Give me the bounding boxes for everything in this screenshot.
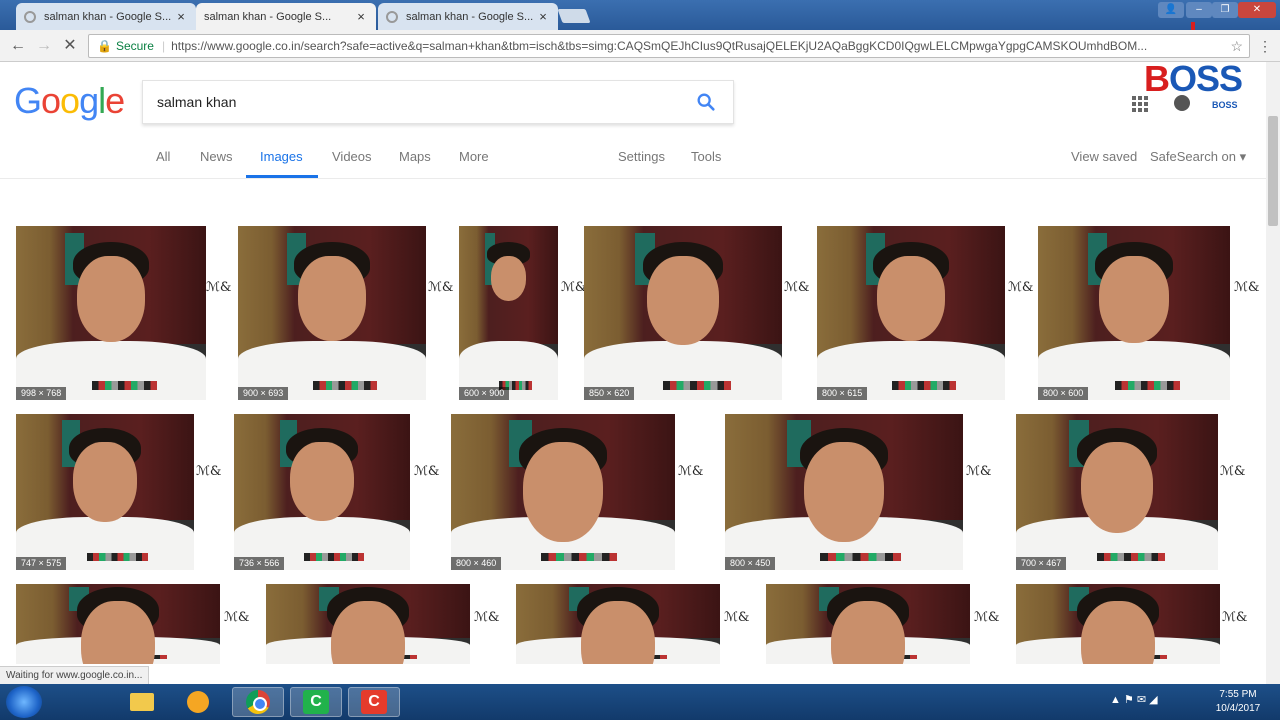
taskbar-chrome[interactable] — [232, 687, 284, 717]
signature-watermark: ℳ& — [724, 609, 750, 625]
image-dimensions-badge: 998 × 768 — [16, 387, 67, 400]
photo-face — [81, 601, 155, 664]
image-dimensions-badge: 747 × 575 — [16, 557, 67, 570]
taskbar-media-player[interactable] — [172, 687, 224, 717]
image-result-thumbnail[interactable]: 850 × 620 — [584, 226, 782, 400]
image-result-thumbnail[interactable]: 600 × 900 — [459, 226, 558, 400]
photo-face — [490, 256, 527, 301]
signature-watermark: ℳ& — [1234, 280, 1260, 295]
taskbar-camtasia-recorder[interactable]: C — [290, 687, 342, 717]
system-tray-icons[interactable]: ▲ ⚑ ✉ ◢ — [1110, 693, 1158, 706]
photo-face — [804, 441, 884, 542]
photo-shirt-print — [663, 380, 731, 390]
image-dimensions-badge: 850 × 620 — [584, 387, 635, 400]
image-result-thumbnail[interactable]: 998 × 768 — [16, 226, 206, 400]
image-result-thumbnail[interactable]: 800 × 450 — [725, 414, 963, 570]
photo-face — [877, 256, 945, 341]
signature-watermark: ℳ& — [224, 609, 250, 625]
image-dimensions-badge: 800 × 450 — [725, 557, 776, 570]
windows-taskbar: C C ▲ ⚑ ✉ ◢ 7:55 PM 10/4/2017 — [0, 684, 1280, 720]
signature-watermark: ℳ& — [428, 280, 454, 295]
image-result-thumbnail[interactable]: 800 × 615 — [817, 226, 1005, 400]
status-bar: Waiting for www.google.co.in... — [0, 666, 150, 684]
image-dimensions-badge: 600 × 900 — [459, 387, 510, 400]
photo-shirt-print — [540, 552, 617, 561]
photo-face — [647, 256, 719, 346]
image-result-thumbnail[interactable] — [516, 584, 720, 664]
signature-watermark: ℳ& — [474, 609, 500, 625]
signature-watermark: ℳ& — [974, 609, 1000, 625]
image-result-thumbnail[interactable]: 800 × 600 — [1038, 226, 1230, 400]
photo-face — [1081, 601, 1155, 664]
image-dimensions-badge: 900 × 693 — [238, 387, 289, 400]
image-dimensions-badge: 800 × 600 — [1038, 387, 1089, 400]
photo-shirt-print — [1114, 380, 1181, 390]
image-result-thumbnail[interactable] — [1016, 584, 1220, 664]
image-dimensions-badge: 800 × 615 — [817, 387, 868, 400]
photo-shirt-print — [892, 380, 957, 390]
photo-face — [298, 256, 366, 341]
photo-face — [581, 601, 655, 664]
image-dimensions-badge: 700 × 467 — [1016, 557, 1067, 570]
photo-face — [76, 256, 146, 342]
chrome-icon — [246, 690, 270, 714]
photo-face — [1099, 256, 1169, 343]
taskbar-clock[interactable]: 7:55 PM 10/4/2017 — [1206, 688, 1270, 716]
page-scrollbar[interactable] — [1266, 62, 1280, 684]
photo-shirt-print — [304, 552, 365, 561]
image-result-thumbnail[interactable]: 736 × 566 — [234, 414, 410, 570]
photo-shirt-print — [92, 380, 157, 390]
image-result-thumbnail[interactable] — [266, 584, 470, 664]
image-result-thumbnail[interactable]: 747 × 575 — [16, 414, 194, 570]
image-dimensions-badge: 736 × 566 — [234, 557, 285, 570]
image-result-thumbnail[interactable]: 900 × 693 — [238, 226, 426, 400]
photo-face — [331, 601, 405, 664]
photo-shirt-print — [1096, 552, 1166, 561]
taskbar-explorer[interactable] — [116, 687, 168, 717]
scrollbar-thumb[interactable] — [1268, 116, 1278, 226]
image-result-thumbnail[interactable] — [766, 584, 970, 664]
signature-watermark: ℳ& — [966, 463, 992, 479]
signature-watermark: ℳ& — [206, 280, 232, 295]
clock-time: 7:55 PM — [1219, 689, 1257, 700]
signature-watermark: ℳ& — [414, 463, 440, 479]
photo-face — [1080, 441, 1154, 533]
photo-face — [523, 441, 603, 542]
signature-watermark: ℳ& — [678, 463, 704, 479]
signature-watermark: ℳ& — [1008, 280, 1034, 295]
photo-shirt-print — [87, 552, 148, 561]
image-dimensions-badge: 800 × 460 — [451, 557, 502, 570]
photo-shirt-print — [820, 552, 902, 561]
image-result-thumbnail[interactable]: 800 × 460 — [451, 414, 675, 570]
signature-watermark: ℳ& — [1222, 609, 1248, 625]
start-button[interactable] — [6, 686, 42, 718]
folder-icon — [130, 693, 154, 711]
camtasia-studio-icon: C — [361, 690, 387, 714]
taskbar-camtasia-studio[interactable]: C — [348, 687, 400, 717]
photo-shirt-print — [313, 380, 378, 390]
photo-face — [831, 601, 905, 664]
signature-watermark: ℳ& — [784, 280, 810, 295]
signature-watermark: ℳ& — [196, 463, 222, 479]
photo-face — [72, 441, 138, 522]
signature-watermark: ℳ& — [561, 280, 587, 295]
camtasia-recorder-icon: C — [303, 690, 329, 714]
signature-watermark: ℳ& — [1220, 463, 1246, 479]
media-player-icon — [187, 691, 209, 713]
photo-face — [290, 441, 354, 522]
image-result-thumbnail[interactable] — [16, 584, 220, 664]
clock-date: 10/4/2017 — [1215, 703, 1261, 714]
image-results-grid: 998 × 768 ℳ& 900 × 693 ℳ& 600 × 900 ℳ& 850 × 6… — [0, 0, 1280, 720]
image-result-thumbnail[interactable]: 700 × 467 — [1016, 414, 1218, 570]
